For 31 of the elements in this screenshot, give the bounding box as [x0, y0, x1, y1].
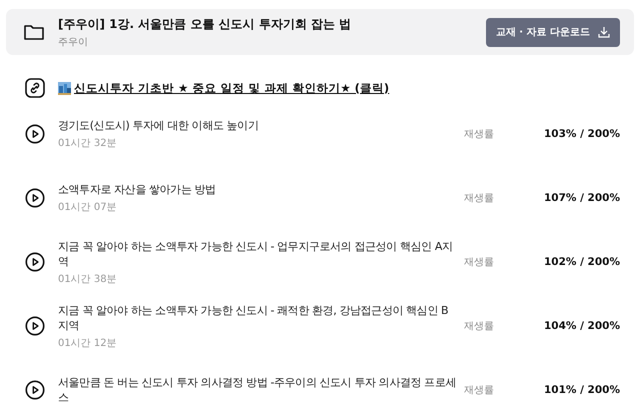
lesson-duration: 01시간 32분: [58, 137, 118, 150]
lesson-title[interactable]: 경기도(신도시) 투자에 대한 이해도 높이기: [58, 118, 458, 133]
play-rate: 107% / 200%: [542, 192, 620, 204]
lesson-duration: 01시간 12분: [58, 336, 118, 350]
lesson-title[interactable]: 서울만큼 돈 버는 신도시 투자 의사결정 방법 -주우이의 신도시 투자 의사결정 프로세스: [58, 375, 458, 405]
play-icon[interactable]: [25, 252, 45, 272]
download-icon: [598, 26, 610, 38]
schedule-link[interactable]: 신도시투자 기초반 ★ 중요 일정 및 과제 확인하기★ (클릭): [74, 80, 390, 96]
play-rate: 101% / 200%: [542, 384, 620, 396]
play-rate: 104% / 200%: [542, 320, 620, 332]
play-icon[interactable]: [25, 316, 45, 336]
play-rate: 102% / 200%: [542, 256, 620, 268]
play-icon[interactable]: [25, 380, 45, 400]
play-rate-label: 재생률: [464, 256, 495, 269]
lesson-title[interactable]: 소액투자로 자산을 쌓아가는 방법: [58, 182, 458, 197]
play-icon[interactable]: [25, 124, 45, 144]
folder-icon: [24, 24, 44, 40]
play-rate: 103% / 200%: [542, 128, 620, 140]
course-author: 주우이: [58, 36, 89, 48]
play-icon[interactable]: [25, 188, 45, 208]
play-rate-label: 재생률: [464, 192, 495, 205]
play-rate-label: 재생률: [464, 384, 495, 397]
lesson-title[interactable]: 지금 꼭 알아야 하는 소액투자 가능한 신도시 - 업무지구로서의 접근성이 핵심인 A지역: [58, 238, 458, 268]
lesson-title[interactable]: 지금 꼭 알아야 하는 소액투자 가능한 신도시 - 쾌적한 환경, 강남접근성이 핵심인 B지역: [58, 302, 458, 332]
play-rate-label: 재생률: [464, 320, 495, 333]
lesson-duration: 01시간 07분: [58, 201, 118, 214]
download-button[interactable]: 교재 · 자료 다운로드: [486, 18, 620, 46]
lesson-duration: 01시간 38분: [58, 272, 118, 286]
link-icon: [25, 78, 45, 98]
play-rate-label: 재생률: [464, 128, 495, 141]
course-title: [주우이] 1강. 서울만큼 오를 신도시 투자기회 잡는 법: [58, 16, 352, 32]
